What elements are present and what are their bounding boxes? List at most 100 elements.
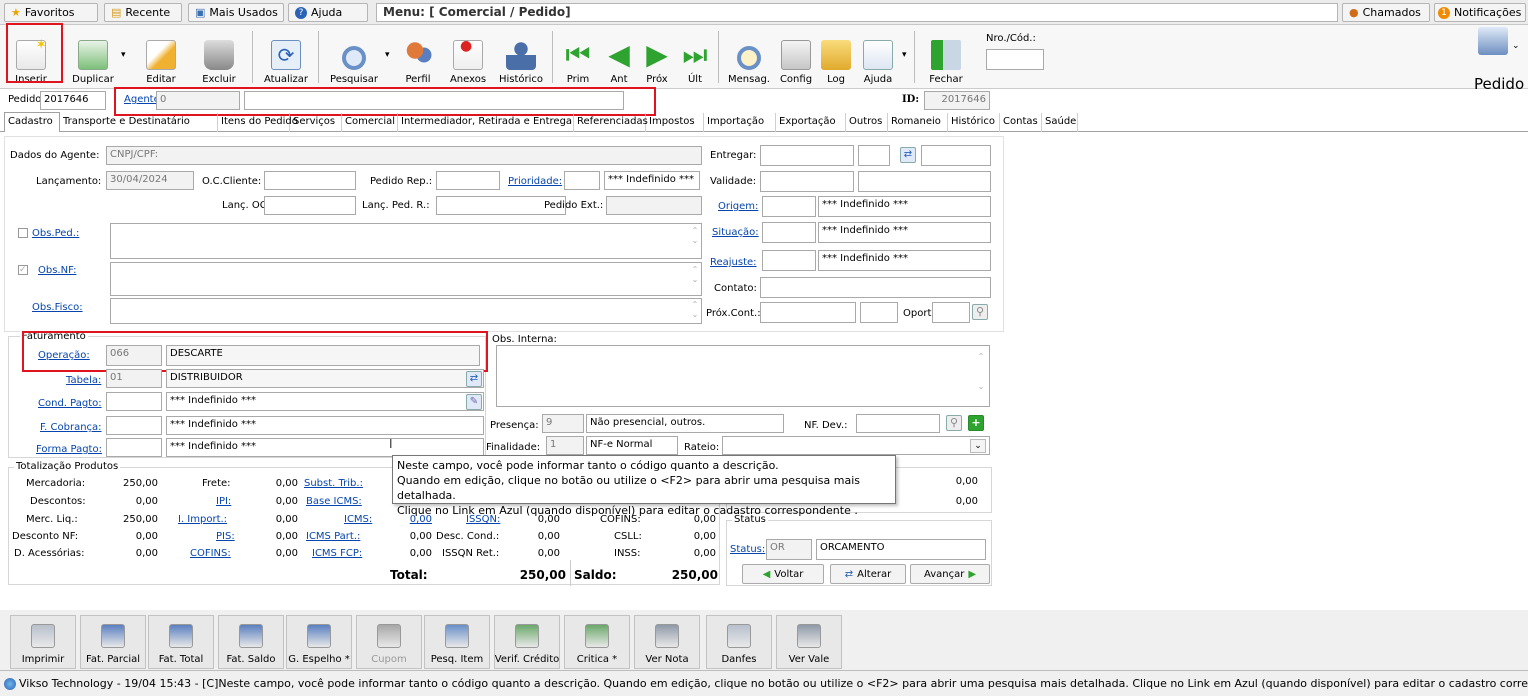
- bottom-button-pesq-item[interactable]: Pesq. Item: [424, 615, 490, 669]
- f-cobranca-link[interactable]: F. Cobrança:: [40, 422, 102, 433]
- situacao-link[interactable]: Situação:: [712, 227, 759, 238]
- ajuda-dropdown-icon[interactable]: ▾: [902, 50, 907, 60]
- tab-contas[interactable]: Contas: [1000, 113, 1042, 132]
- tab-outros[interactable]: Outros: [846, 113, 888, 132]
- nf-dev-add-icon[interactable]: +: [968, 415, 984, 431]
- tabela-code-input[interactable]: 01: [106, 369, 162, 388]
- origem-link[interactable]: Origem:: [718, 201, 758, 212]
- obs-fisco-link[interactable]: Obs.Fisco:: [32, 302, 83, 313]
- icms-fcp-link[interactable]: ICMS FCP:: [312, 548, 362, 559]
- mais-usados-button[interactable]: ▣ Mais Usados: [188, 3, 284, 22]
- cond-pagto-link[interactable]: Cond. Pagto:: [38, 398, 102, 409]
- avancar-button[interactable]: Avançar ▶: [910, 564, 990, 584]
- duplicar-button[interactable]: Duplicar: [68, 25, 118, 89]
- anexos-button[interactable]: ● Anexos: [448, 25, 488, 89]
- notificacoes-button[interactable]: 1 Notificações: [1434, 3, 1526, 22]
- pesquisar-dropdown-icon[interactable]: ▾: [385, 50, 390, 60]
- bottom-button-fat-parcial[interactable]: Fat. Parcial: [80, 615, 146, 669]
- cond-pagto-edit-icon[interactable]: ✎: [466, 394, 482, 410]
- tab-romaneio[interactable]: Romaneio: [888, 113, 948, 132]
- status-link[interactable]: Status:: [730, 544, 765, 555]
- inserir-button[interactable]: ✶ Inserir: [6, 25, 56, 89]
- tab-comercial[interactable]: Comercial: [342, 113, 398, 132]
- validade-input[interactable]: [760, 171, 854, 192]
- recente-button[interactable]: ▤ Recente: [104, 3, 182, 22]
- pedido-input[interactable]: 2017646: [40, 91, 106, 110]
- ajuda-top-button[interactable]: ? Ajuda: [288, 3, 368, 22]
- log-button[interactable]: Log: [818, 25, 854, 89]
- scroll-arrows-icon[interactable]: ⌃ ⌄: [689, 265, 701, 285]
- entregar-extra-input[interactable]: [921, 145, 991, 166]
- chevron-down-icon[interactable]: ⌄: [970, 439, 986, 453]
- obs-ped-textarea[interactable]: [110, 223, 702, 259]
- origem-code-input[interactable]: [762, 196, 816, 217]
- pis-link[interactable]: PIS:: [216, 531, 235, 542]
- operacao-code-input[interactable]: 066: [106, 345, 162, 366]
- ajuda-button[interactable]: Ajuda: [856, 25, 900, 89]
- tab-sa-de[interactable]: Saúde: [1042, 113, 1078, 132]
- tab-hist-rico[interactable]: Histórico: [948, 113, 1000, 132]
- bottom-button-g-espelho[interactable]: G. Espelho *: [286, 615, 352, 669]
- voltar-button[interactable]: ◀ Voltar: [742, 564, 824, 584]
- prox-cont-time-input[interactable]: [860, 302, 898, 323]
- prox-cont-date-input[interactable]: [760, 302, 856, 323]
- bottom-button-danfes[interactable]: Danfes: [706, 615, 772, 669]
- tab-servi-os[interactable]: Serviços: [290, 113, 342, 132]
- ipi-link[interactable]: IPI:: [216, 496, 231, 507]
- agente-name-input[interactable]: [244, 91, 624, 110]
- bottom-button-critica[interactable]: Critica *: [564, 615, 630, 669]
- reajuste-code-input[interactable]: [762, 250, 816, 271]
- lancamento-input[interactable]: 30/04/2024: [106, 171, 194, 190]
- chamados-button[interactable]: ● Chamados: [1342, 3, 1430, 22]
- bottom-button-ver-vale[interactable]: Ver Vale: [776, 615, 842, 669]
- i-import-link[interactable]: I. Import.:: [178, 514, 227, 525]
- finalidade-code-input[interactable]: 1: [546, 436, 584, 455]
- presenca-code-input[interactable]: 9: [542, 414, 584, 433]
- bottom-button-fat-saldo[interactable]: Fat. Saldo: [218, 615, 284, 669]
- entregar-time-input[interactable]: [858, 145, 890, 166]
- config-button[interactable]: Config: [776, 25, 816, 89]
- scroll-arrows-icon[interactable]: ⌃ ⌄: [689, 226, 701, 246]
- ult-button[interactable]: ⏭ Últ: [678, 25, 712, 89]
- obs-nf-textarea[interactable]: [110, 262, 702, 296]
- icms-part-link[interactable]: ICMS Part.:: [306, 531, 360, 542]
- obs-fisco-textarea[interactable]: [110, 298, 702, 324]
- base-icms-link[interactable]: Base ICMS:: [306, 496, 362, 507]
- nro-cod-input[interactable]: [986, 49, 1044, 70]
- tab-transporte-e-destinat-rio[interactable]: Transporte e Destinatário: [60, 113, 218, 132]
- pedido-dropdown-icon[interactable]: ⌄: [1512, 41, 1520, 51]
- mensag-button[interactable]: Mensag.: [724, 25, 774, 89]
- bottom-button-verif-cr-dito[interactable]: Verif. Crédito: [494, 615, 560, 669]
- entregar-date-input[interactable]: [760, 145, 854, 166]
- scroll-arrows-icon[interactable]: ⌃ ⌄: [689, 300, 701, 320]
- cofins-link[interactable]: COFINS:: [190, 548, 231, 559]
- editar-button[interactable]: Editar: [138, 25, 184, 89]
- operacao-link[interactable]: Operação:: [38, 350, 90, 361]
- tab-importa-o[interactable]: Importação: [704, 113, 776, 132]
- favoritos-button[interactable]: ★ Favoritos: [4, 3, 98, 22]
- obs-nf-link[interactable]: Obs.NF:: [38, 265, 76, 276]
- icms-link[interactable]: ICMS:: [344, 514, 372, 525]
- oport-search-icon[interactable]: ⚲: [972, 304, 988, 320]
- prioridade-link[interactable]: Prioridade:: [508, 176, 562, 187]
- perfil-button[interactable]: Perfil: [396, 25, 440, 89]
- duplicar-dropdown-icon[interactable]: ▾: [121, 50, 126, 60]
- tab-impostos[interactable]: Impostos: [646, 113, 704, 132]
- nf-dev-input[interactable]: [856, 414, 940, 433]
- ant-button[interactable]: ◀ Ant: [602, 25, 636, 89]
- tabela-edit-icon[interactable]: ⇄: [466, 371, 482, 387]
- obs-ped-checkbox[interactable]: [18, 228, 28, 238]
- alterar-button[interactable]: ⇄ Alterar: [830, 564, 906, 584]
- historico-button[interactable]: Histórico: [494, 25, 548, 89]
- tab-itens-do-pedido[interactable]: Itens do Pedido: [218, 113, 298, 132]
- agente-code-input[interactable]: 0: [156, 91, 240, 110]
- entregar-edit-icon[interactable]: ⇄: [900, 147, 916, 163]
- oc-cliente-input[interactable]: [264, 171, 356, 190]
- tab-cadastro[interactable]: Cadastro: [4, 112, 60, 132]
- obs-interna-textarea[interactable]: [496, 345, 990, 407]
- subst-trib-link[interactable]: Subst. Trib.:: [304, 478, 363, 489]
- tab-exporta-o[interactable]: Exportação: [776, 113, 846, 132]
- bottom-button-imprimir[interactable]: Imprimir: [10, 615, 76, 669]
- status-code-input[interactable]: OR: [766, 539, 812, 560]
- tab-intermediador-retirada-e-entrega[interactable]: Intermediador, Retirada e Entrega: [398, 113, 574, 132]
